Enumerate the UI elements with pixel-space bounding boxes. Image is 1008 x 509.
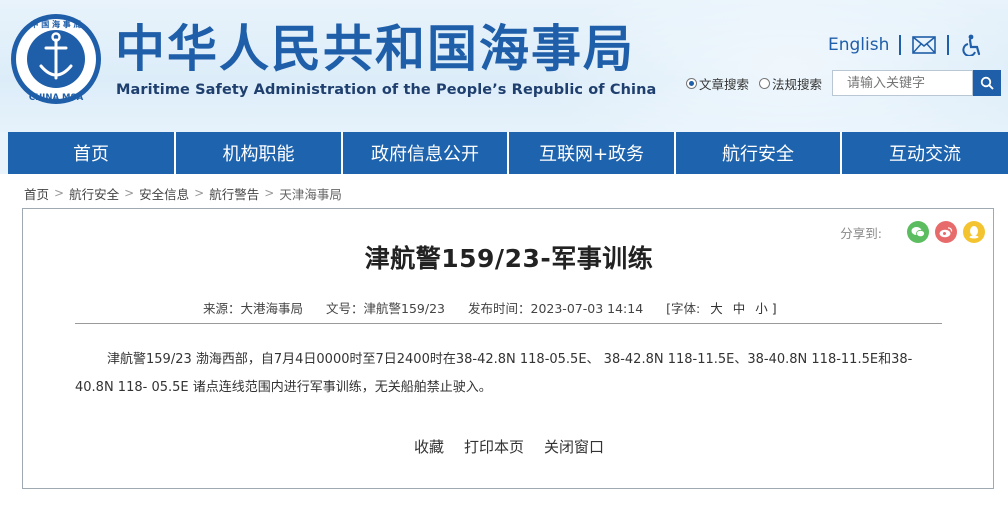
article-body: 津航警159/23 渤海西部，自7月4日0000时至7日2400时在38-42.…: [75, 352, 913, 395]
article-actions: 收藏 打印本页 关闭窗口: [23, 436, 995, 457]
font-size-medium[interactable]: 中: [733, 298, 746, 317]
site-title-cn[interactable]: 中华人民共和国海事局: [115, 20, 635, 78]
divider: [947, 35, 950, 55]
search-input[interactable]: [832, 70, 974, 96]
favorite-button[interactable]: 收藏: [414, 436, 444, 457]
top-links: English: [828, 32, 985, 58]
search-bar: 文章搜索 法规搜索: [686, 70, 1002, 96]
font-size-label: [字体:: [666, 301, 701, 316]
breadcrumb-separator: >: [54, 186, 65, 200]
article-source: 来源：大港海事局: [203, 301, 304, 316]
breadcrumb-item-home[interactable]: 首页: [24, 184, 49, 203]
print-button[interactable]: 打印本页: [464, 436, 524, 457]
site-header: 中 国 海 事 局 CHINA MSA 中华人民共和国海事局 Maritime …: [0, 0, 1008, 132]
nav-item-interaction[interactable]: 互动交流: [842, 132, 1008, 174]
accessibility-icon[interactable]: [959, 34, 985, 56]
nav-item-navigation-safety[interactable]: 航行安全: [676, 132, 842, 174]
breadcrumb-item-navigation-safety[interactable]: 航行安全: [69, 184, 119, 203]
radio-selected-icon: [686, 77, 697, 89]
breadcrumb-item-nav-warning[interactable]: 航行警告: [209, 184, 259, 203]
search-option-article[interactable]: 文章搜索: [686, 74, 749, 93]
search-option-law-label: 法规搜索: [772, 76, 823, 92]
breadcrumb: 首页 > 航行安全 > 安全信息 > 航行警告 > 天津海事局: [24, 184, 342, 203]
radio-unselected-icon: [759, 77, 771, 89]
mail-icon[interactable]: [911, 34, 937, 56]
nav-item-home[interactable]: 首页: [0, 132, 176, 174]
search-button[interactable]: [973, 70, 1002, 96]
divider: [899, 35, 902, 55]
english-link[interactable]: English: [828, 35, 889, 55]
breadcrumb-item-tianjin-msa[interactable]: 天津海事局: [279, 184, 342, 203]
font-size-large[interactable]: 大: [710, 298, 723, 317]
font-size-small[interactable]: 小 ]: [755, 298, 776, 317]
site-title-en: Maritime Safety Administration of the Pe…: [116, 82, 657, 98]
breadcrumb-separator: >: [264, 186, 275, 200]
article-panel: 分享到: 津航警159/23-军事训练 来源：大港海事局 文号：津航警159/2…: [22, 208, 994, 489]
breadcrumb-item-safety-info[interactable]: 安全信息: [139, 184, 189, 203]
article-publish-time: 发布时间：2023-07-03 14:14: [468, 301, 644, 316]
nav-item-internet-gov[interactable]: 互联网+政务: [509, 132, 676, 174]
divider: [75, 323, 942, 324]
msa-logo[interactable]: 中 国 海 事 局 CHINA MSA: [9, 12, 103, 106]
article-doc-no: 文号：津航警159/23: [326, 301, 445, 316]
nav-item-functions[interactable]: 机构职能: [176, 132, 343, 174]
main-nav: 首页 机构职能 政府信息公开 互联网+政务 航行安全 互动交流: [0, 132, 1008, 174]
nav-item-gov-info[interactable]: 政府信息公开: [343, 132, 509, 174]
article-meta: 来源：大港海事局 文号：津航警159/23 发布时间：2023-07-03 14…: [203, 298, 777, 317]
breadcrumb-separator: >: [194, 186, 205, 200]
font-size-switcher: [字体: 大 中 小 ]: [666, 298, 776, 317]
close-window-button[interactable]: 关闭窗口: [544, 436, 604, 457]
logo-text-top: 中 国 海 事 局: [30, 19, 81, 29]
logo-text-bottom: CHINA MSA: [29, 93, 84, 103]
search-icon: [980, 76, 994, 90]
search-option-article-label: 文章搜索: [699, 76, 750, 92]
search-option-law[interactable]: 法规搜索: [759, 74, 822, 93]
article-title: 津航警159/23-军事训练: [364, 244, 654, 273]
breadcrumb-separator: >: [124, 186, 135, 200]
